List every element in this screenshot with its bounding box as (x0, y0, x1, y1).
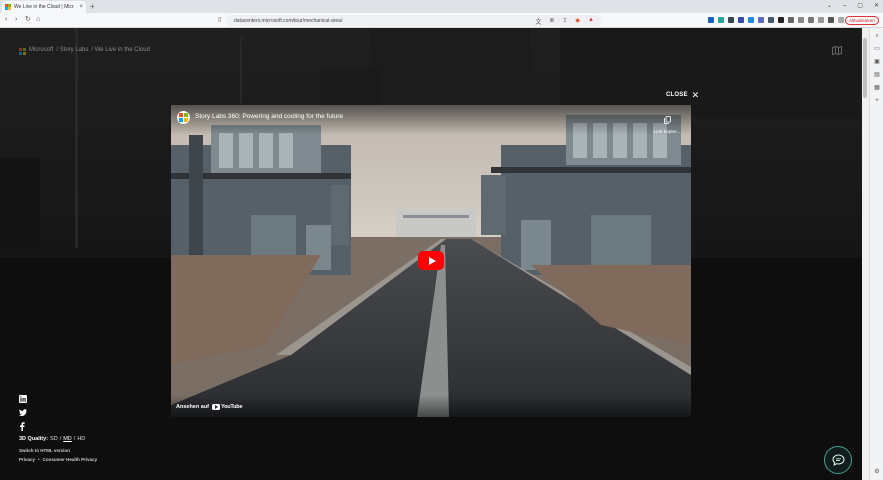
footer-links: Privacy • Consumer Health Privacy (19, 457, 97, 462)
extension-icon[interactable] (828, 17, 834, 23)
shield-icon[interactable]: ◆ (575, 17, 580, 26)
close-button[interactable]: CLOSE ✕ (666, 90, 700, 100)
copy-icon (663, 116, 671, 124)
browser-tab[interactable]: We Live in the Cloud | Microso × (2, 1, 86, 13)
quality-option-md[interactable]: MD (63, 436, 72, 442)
back-icon[interactable]: ‹ (5, 16, 7, 24)
map-icon[interactable] (832, 46, 842, 55)
youtube-wordmark: YouTube (221, 404, 243, 410)
extension-icon[interactable] (748, 17, 754, 23)
tab-title: We Live in the Cloud | Microso (14, 4, 74, 10)
extension-icon[interactable] (718, 17, 724, 23)
new-tab-icon[interactable]: + (90, 2, 95, 11)
maximize-icon[interactable]: ▢ (857, 2, 863, 10)
url-field[interactable]: datacenters.microsoft.com/tour/mechanica… (226, 15, 602, 26)
office-icon[interactable]: ▤ (873, 71, 881, 79)
home-icon[interactable]: ⌂ (36, 16, 40, 24)
extension-icon[interactable] (798, 17, 804, 23)
briefcase-icon[interactable]: ▣ (873, 58, 881, 66)
chat-icon (831, 454, 845, 466)
close-icon: ✕ (691, 90, 700, 100)
gear-icon[interactable]: ⚙ (873, 468, 881, 476)
bookmark-icon[interactable]: ▭ (873, 45, 881, 53)
extension-icon[interactable] (838, 17, 844, 23)
quality-option-sd[interactable]: SD (50, 436, 58, 442)
quality-selector: 3D Quality: SD / MD / HD (19, 436, 86, 442)
extension-icon[interactable] (818, 17, 824, 23)
consumer-privacy-link[interactable]: Consumer Health Privacy (43, 457, 98, 462)
add-icon[interactable]: + (873, 97, 881, 105)
video-bottom-bar (171, 395, 691, 417)
update-button[interactable]: Aktualisieren (845, 16, 879, 25)
youtube-logo: YouTube (212, 404, 243, 410)
browser-sidebar: ⌕ ▭ ▣ ▤ ▦ + ⚙ (869, 28, 883, 480)
privacy-link[interactable]: Privacy (19, 457, 35, 462)
microsoft-logo-icon[interactable] (19, 48, 26, 55)
quality-option-hd[interactable]: HD (77, 436, 85, 442)
search-icon[interactable]: ⌕ (873, 32, 881, 40)
extension-icon[interactable] (788, 17, 794, 23)
games-icon[interactable]: ▦ (873, 84, 881, 92)
address-toolbar: ‹ › ↻ ⌂ ▯ datacenters.microsoft.com/tour… (0, 13, 883, 28)
switch-html-link[interactable]: Switch to HTML version (19, 448, 70, 453)
page-scrollbar[interactable] (862, 28, 869, 480)
page-info-icon[interactable]: ▯ (218, 16, 221, 24)
breadcrumb-story-labs[interactable]: / Story Labs (56, 47, 88, 53)
window-controls: ⌄ – ▢ ✕ (827, 2, 879, 10)
extension-icon[interactable] (778, 17, 784, 23)
window-close-icon[interactable]: ✕ (874, 2, 879, 10)
watch-on-youtube-link[interactable]: Ansehen auf YouTube (176, 404, 243, 410)
footer-separator: • (38, 457, 40, 462)
copy-link-label: Link kopier... (653, 130, 681, 135)
browser-tab-bar: We Live in the Cloud | Microso × + ⌄ – ▢… (0, 0, 883, 13)
chevron-down-icon[interactable]: ⌄ (827, 2, 832, 10)
video-title[interactable]: Story Labs 360: Powering and cooling for… (195, 113, 343, 120)
warning-icon[interactable]: ▲ (588, 17, 594, 26)
minimize-icon[interactable]: – (843, 2, 846, 10)
channel-avatar-icon[interactable] (177, 111, 190, 124)
play-button[interactable] (418, 251, 444, 270)
video-player[interactable]: Story Labs 360: Powering and cooling for… (171, 105, 691, 417)
facebook-icon[interactable] (19, 422, 25, 431)
close-label: CLOSE (666, 92, 688, 98)
extension-icon[interactable] (738, 17, 744, 23)
microsoft-favicon-icon (5, 4, 11, 10)
youtube-play-icon (212, 404, 221, 410)
url-actions: 文 ⊕ ⇪ ◆ ▲ (535, 17, 594, 26)
linkedin-icon[interactable] (19, 395, 27, 403)
extension-icon[interactable] (758, 17, 764, 23)
quality-label: 3D Quality: (19, 436, 49, 442)
chat-button[interactable] (824, 446, 852, 474)
url-text: datacenters.microsoft.com/tour/mechanica… (234, 17, 343, 24)
reload-icon[interactable]: ↻ (25, 16, 31, 24)
breadcrumb-brand[interactable]: Microsoft (29, 47, 53, 53)
play-icon (428, 256, 436, 265)
extension-icon[interactable] (808, 17, 814, 23)
scrollbar-thumb[interactable] (863, 38, 867, 98)
extension-icon[interactable] (728, 17, 734, 23)
share-icon[interactable]: ⇪ (562, 17, 567, 26)
extension-icon[interactable] (768, 17, 774, 23)
copy-link-button[interactable]: Link kopier... (652, 111, 682, 135)
video-top-bar (171, 105, 691, 135)
breadcrumb-current[interactable]: / We Live in the Cloud (91, 47, 150, 53)
twitter-icon[interactable] (19, 409, 27, 416)
tab-close-icon[interactable]: × (79, 4, 83, 10)
forward-icon[interactable]: › (15, 16, 17, 24)
breadcrumb: Microsoft / Story Labs / We Live in the … (29, 47, 150, 53)
extension-icon[interactable] (708, 17, 714, 23)
extensions-bar (708, 17, 844, 23)
watch-on-label: Ansehen auf (176, 404, 210, 410)
zoom-icon[interactable]: ⊕ (549, 17, 554, 26)
translate-icon[interactable]: 文 (535, 17, 541, 26)
